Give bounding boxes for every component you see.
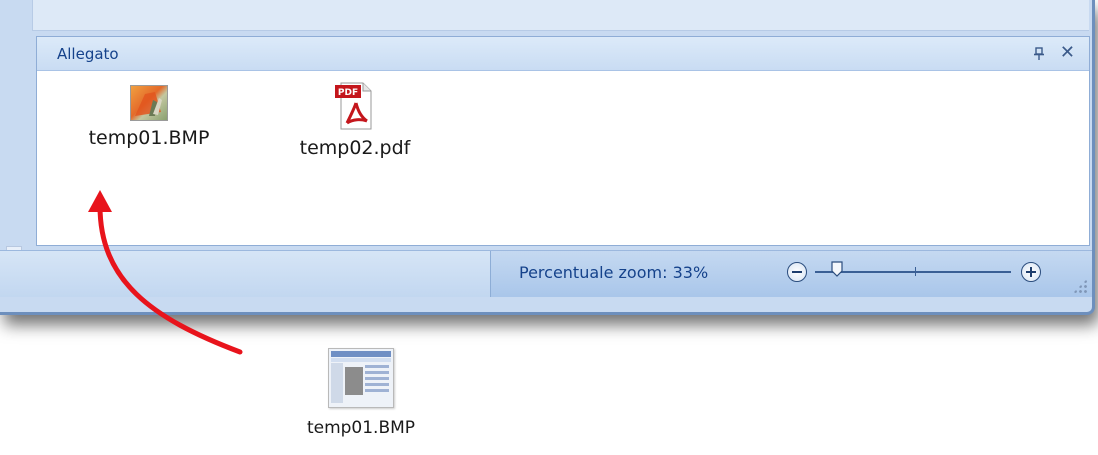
pdf-file-icon: PDF [335,79,375,131]
attachment-label: temp02.pdf [299,137,411,159]
pdf-badge-text: PDF [338,88,358,98]
status-bar: Percentuale zoom: 33% [0,250,1092,297]
attachment-item-temp02-pdf[interactable]: PDF temp02.pdf [275,82,435,159]
zoom-slider-thumb[interactable] [831,261,843,277]
minus-icon [792,271,802,273]
close-icon[interactable]: ✕ [1060,43,1075,63]
bitmap-thumbnail-icon [328,348,394,408]
plus-icon-vertical [1030,267,1032,277]
zoom-slider[interactable] [815,261,1011,277]
zoom-in-button[interactable] [1021,262,1041,282]
zoom-out-button[interactable] [787,262,807,282]
pane-title: Allegato [57,45,119,63]
zoom-label-text: Percentuale zoom: [519,263,668,282]
attachment-pane-header: Allegato ✕ [37,37,1089,71]
attachment-label: temp01.BMP [88,127,210,149]
desktop-file-temp01-bmp[interactable]: temp01.BMP [266,348,456,438]
zoom-label: Percentuale zoom: 33% [519,263,708,282]
zoom-value: 33% [672,263,709,282]
side-strip [0,36,32,270]
attachment-pane: Allegato ✕ temp01.BMP PDF temp02.pdf [36,36,1090,246]
zoom-control: Percentuale zoom: 33% [490,251,1092,297]
pin-icon[interactable] [1033,47,1045,61]
application-window: Allegato ✕ temp01.BMP PDF temp02.pdf Per… [0,0,1095,315]
desktop-file-label: temp01.BMP [306,418,416,438]
resize-grip[interactable] [1073,279,1087,293]
bitmap-file-icon [130,85,168,121]
slider-midpoint-tick [915,267,916,276]
attachment-item-temp01-bmp[interactable]: temp01.BMP [69,85,229,149]
upper-pane [32,0,1089,31]
